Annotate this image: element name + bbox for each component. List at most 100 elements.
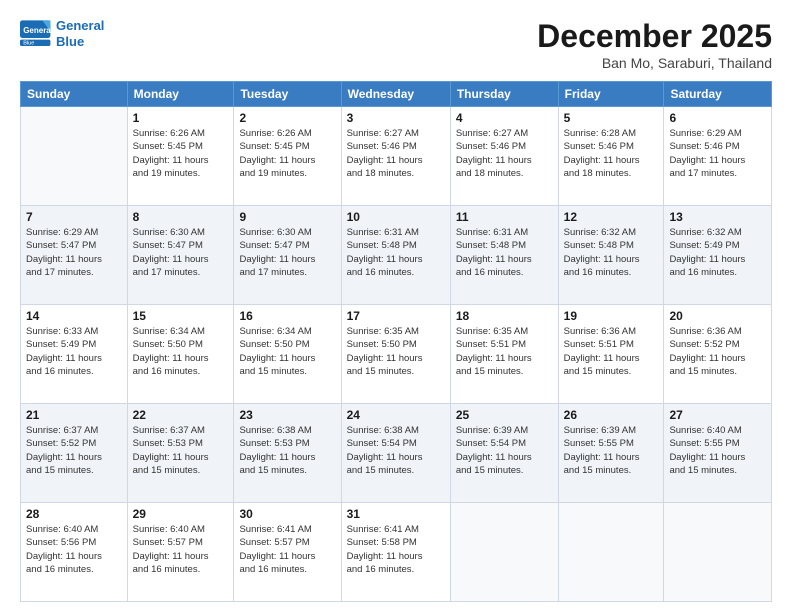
day-number: 21 — [26, 408, 122, 422]
day-number: 31 — [347, 507, 445, 521]
calendar-cell: 10 Sunrise: 6:31 AM Sunset: 5:48 PM Dayli… — [341, 206, 450, 305]
day-number: 15 — [133, 309, 229, 323]
day-info: Sunrise: 6:30 AM Sunset: 5:47 PM Dayligh… — [133, 226, 229, 279]
day-number: 24 — [347, 408, 445, 422]
calendar-header-saturday: Saturday — [664, 82, 772, 107]
day-info: Sunrise: 6:36 AM Sunset: 5:51 PM Dayligh… — [564, 325, 659, 378]
day-number: 13 — [669, 210, 766, 224]
day-info: Sunrise: 6:38 AM Sunset: 5:53 PM Dayligh… — [239, 424, 335, 477]
calendar-cell: 31 Sunrise: 6:41 AM Sunset: 5:58 PM Dayli… — [341, 503, 450, 602]
day-info: Sunrise: 6:41 AM Sunset: 5:58 PM Dayligh… — [347, 523, 445, 576]
calendar-week-row: 1 Sunrise: 6:26 AM Sunset: 5:45 PM Daylig… — [21, 107, 772, 206]
calendar-cell: 17 Sunrise: 6:35 AM Sunset: 5:50 PM Dayli… — [341, 305, 450, 404]
calendar-cell: 14 Sunrise: 6:33 AM Sunset: 5:49 PM Dayli… — [21, 305, 128, 404]
day-number: 2 — [239, 111, 335, 125]
calendar-cell: 27Sunrise: 6:40 AM Sunset: 5:55 PM Dayli… — [664, 404, 772, 503]
calendar-cell: 19Sunrise: 6:36 AM Sunset: 5:51 PM Dayli… — [558, 305, 664, 404]
calendar-header-thursday: Thursday — [450, 82, 558, 107]
day-info: Sunrise: 6:37 AM Sunset: 5:53 PM Dayligh… — [133, 424, 229, 477]
calendar-week-row: 21 Sunrise: 6:37 AM Sunset: 5:52 PM Dayli… — [21, 404, 772, 503]
day-number: 11 — [456, 210, 553, 224]
day-info: Sunrise: 6:29 AM Sunset: 5:47 PM Dayligh… — [26, 226, 122, 279]
logo-text-line1: General — [56, 18, 104, 34]
day-info: Sunrise: 6:26 AM Sunset: 5:45 PM Dayligh… — [133, 127, 229, 180]
calendar-cell: 7 Sunrise: 6:29 AM Sunset: 5:47 PM Daylig… — [21, 206, 128, 305]
day-info: Sunrise: 6:35 AM Sunset: 5:51 PM Dayligh… — [456, 325, 553, 378]
calendar-week-row: 7 Sunrise: 6:29 AM Sunset: 5:47 PM Daylig… — [21, 206, 772, 305]
calendar-header-tuesday: Tuesday — [234, 82, 341, 107]
day-number: 7 — [26, 210, 122, 224]
day-number: 20 — [669, 309, 766, 323]
logo: General Blue General Blue — [20, 18, 104, 49]
day-number: 16 — [239, 309, 335, 323]
day-number: 10 — [347, 210, 445, 224]
day-info: Sunrise: 6:39 AM Sunset: 5:54 PM Dayligh… — [456, 424, 553, 477]
calendar-header-row: SundayMondayTuesdayWednesdayThursdayFrid… — [21, 82, 772, 107]
calendar-cell: 16 Sunrise: 6:34 AM Sunset: 5:50 PM Dayli… — [234, 305, 341, 404]
day-info: Sunrise: 6:36 AM Sunset: 5:52 PM Dayligh… — [669, 325, 766, 378]
calendar-cell — [21, 107, 128, 206]
month-title: December 2025 — [537, 18, 772, 55]
calendar-week-row: 28Sunrise: 6:40 AM Sunset: 5:56 PM Dayli… — [21, 503, 772, 602]
day-number: 27 — [669, 408, 766, 422]
calendar-header-monday: Monday — [127, 82, 234, 107]
day-info: Sunrise: 6:40 AM Sunset: 5:57 PM Dayligh… — [133, 523, 229, 576]
svg-text:Blue: Blue — [23, 40, 34, 46]
calendar-cell: 2 Sunrise: 6:26 AM Sunset: 5:45 PM Daylig… — [234, 107, 341, 206]
header: General Blue General Blue December 2025 … — [20, 18, 772, 71]
day-number: 23 — [239, 408, 335, 422]
calendar-cell: 11Sunrise: 6:31 AM Sunset: 5:48 PM Dayli… — [450, 206, 558, 305]
day-number: 12 — [564, 210, 659, 224]
page: General Blue General Blue December 2025 … — [0, 0, 792, 612]
day-number: 8 — [133, 210, 229, 224]
day-info: Sunrise: 6:38 AM Sunset: 5:54 PM Dayligh… — [347, 424, 445, 477]
calendar-week-row: 14 Sunrise: 6:33 AM Sunset: 5:49 PM Dayli… — [21, 305, 772, 404]
day-number: 1 — [133, 111, 229, 125]
day-number: 17 — [347, 309, 445, 323]
calendar-cell — [450, 503, 558, 602]
day-info: Sunrise: 6:39 AM Sunset: 5:55 PM Dayligh… — [564, 424, 659, 477]
day-info: Sunrise: 6:35 AM Sunset: 5:50 PM Dayligh… — [347, 325, 445, 378]
calendar-cell: 5 Sunrise: 6:28 AM Sunset: 5:46 PM Daylig… — [558, 107, 664, 206]
day-info: Sunrise: 6:33 AM Sunset: 5:49 PM Dayligh… — [26, 325, 122, 378]
calendar-cell: 26Sunrise: 6:39 AM Sunset: 5:55 PM Dayli… — [558, 404, 664, 503]
day-number: 30 — [239, 507, 335, 521]
day-info: Sunrise: 6:28 AM Sunset: 5:46 PM Dayligh… — [564, 127, 659, 180]
calendar-cell: 13 Sunrise: 6:32 AM Sunset: 5:49 PM Dayli… — [664, 206, 772, 305]
day-number: 5 — [564, 111, 659, 125]
day-info: Sunrise: 6:34 AM Sunset: 5:50 PM Dayligh… — [133, 325, 229, 378]
calendar-cell: 15 Sunrise: 6:34 AM Sunset: 5:50 PM Dayli… — [127, 305, 234, 404]
calendar-cell — [558, 503, 664, 602]
day-info: Sunrise: 6:27 AM Sunset: 5:46 PM Dayligh… — [347, 127, 445, 180]
calendar-cell: 3 Sunrise: 6:27 AM Sunset: 5:46 PM Daylig… — [341, 107, 450, 206]
calendar-cell: 9Sunrise: 6:30 AM Sunset: 5:47 PM Daylig… — [234, 206, 341, 305]
day-info: Sunrise: 6:41 AM Sunset: 5:57 PM Dayligh… — [239, 523, 335, 576]
day-info: Sunrise: 6:31 AM Sunset: 5:48 PM Dayligh… — [347, 226, 445, 279]
calendar-cell: 28Sunrise: 6:40 AM Sunset: 5:56 PM Dayli… — [21, 503, 128, 602]
day-number: 28 — [26, 507, 122, 521]
calendar-cell: 25 Sunrise: 6:39 AM Sunset: 5:54 PM Dayli… — [450, 404, 558, 503]
logo-text-line2: Blue — [56, 34, 104, 50]
day-info: Sunrise: 6:26 AM Sunset: 5:45 PM Dayligh… — [239, 127, 335, 180]
day-info: Sunrise: 6:34 AM Sunset: 5:50 PM Dayligh… — [239, 325, 335, 378]
day-number: 9 — [239, 210, 335, 224]
day-info: Sunrise: 6:32 AM Sunset: 5:49 PM Dayligh… — [669, 226, 766, 279]
day-number: 18 — [456, 309, 553, 323]
calendar-header-wednesday: Wednesday — [341, 82, 450, 107]
day-number: 3 — [347, 111, 445, 125]
day-number: 22 — [133, 408, 229, 422]
calendar-cell: 18 Sunrise: 6:35 AM Sunset: 5:51 PM Dayli… — [450, 305, 558, 404]
day-number: 25 — [456, 408, 553, 422]
subtitle: Ban Mo, Saraburi, Thailand — [537, 55, 772, 71]
calendar-cell: 12Sunrise: 6:32 AM Sunset: 5:48 PM Dayli… — [558, 206, 664, 305]
calendar-header-sunday: Sunday — [21, 82, 128, 107]
day-number: 29 — [133, 507, 229, 521]
calendar-cell — [664, 503, 772, 602]
day-info: Sunrise: 6:29 AM Sunset: 5:46 PM Dayligh… — [669, 127, 766, 180]
day-info: Sunrise: 6:37 AM Sunset: 5:52 PM Dayligh… — [26, 424, 122, 477]
calendar-cell: 20 Sunrise: 6:36 AM Sunset: 5:52 PM Dayli… — [664, 305, 772, 404]
day-number: 4 — [456, 111, 553, 125]
calendar-cell: 30 Sunrise: 6:41 AM Sunset: 5:57 PM Dayli… — [234, 503, 341, 602]
calendar-cell: 21 Sunrise: 6:37 AM Sunset: 5:52 PM Dayli… — [21, 404, 128, 503]
day-number: 14 — [26, 309, 122, 323]
